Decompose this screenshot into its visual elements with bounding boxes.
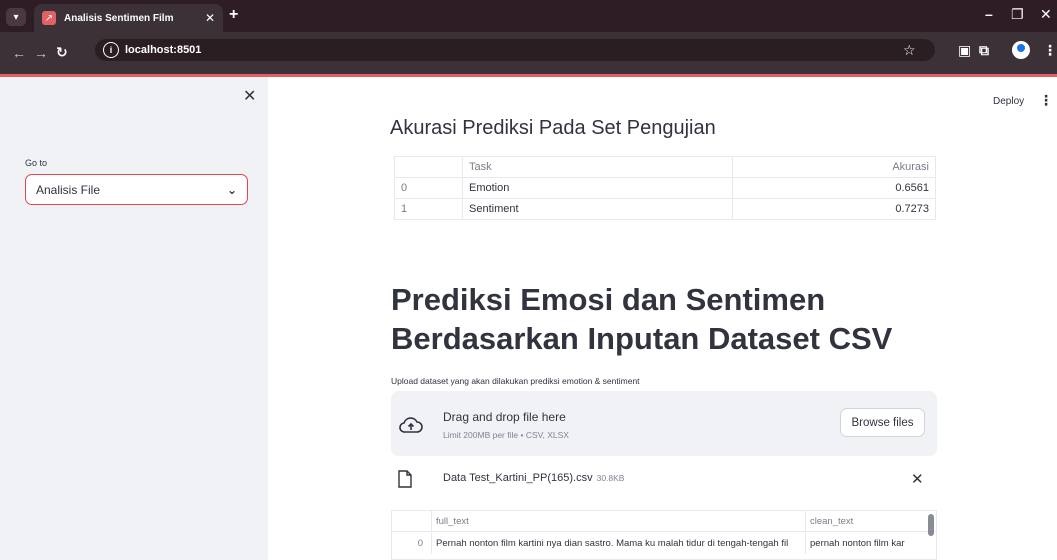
tab-search-button[interactable]: ▾ bbox=[6, 8, 26, 26]
row-akurasi: 0.7273 bbox=[732, 198, 936, 220]
accuracy-heading: Akurasi Prediksi Pada Set Pengujian bbox=[390, 117, 716, 139]
row-full-text[interactable]: Pernah nonton film kartini nya dian sast… bbox=[432, 533, 806, 554]
puzzle-icon[interactable]: ⧉ bbox=[979, 42, 989, 59]
header-akurasi: Akurasi bbox=[732, 156, 936, 178]
chevron-down-icon: ⌄ bbox=[226, 182, 237, 197]
header-task: Task bbox=[462, 156, 733, 178]
accuracy-table: Task Akurasi 0 Emotion 0.6561 1 Sentimen… bbox=[394, 156, 936, 220]
forward-icon[interactable]: → bbox=[34, 45, 48, 61]
upload-label: Upload dataset yang akan dilakukan predi… bbox=[391, 376, 640, 386]
browser-tab-strip: ▾ ↗ Analisis Sentimen Film ✕ + – ❐ ✕ bbox=[0, 0, 1057, 32]
sidebar-close-icon[interactable]: ✕ bbox=[243, 86, 256, 106]
header-clean-text[interactable]: clean_text bbox=[806, 511, 916, 532]
table-row: 0 Emotion 0.6561 bbox=[394, 177, 936, 199]
minimize-icon[interactable]: – bbox=[985, 6, 993, 22]
deploy-button[interactable]: Deploy bbox=[993, 96, 1024, 107]
new-tab-button[interactable]: + bbox=[229, 6, 238, 24]
main-menu-icon[interactable]: ⋮ bbox=[1039, 92, 1053, 109]
row-index: 0 bbox=[392, 533, 432, 554]
address-bar[interactable]: i localhost:8501 bbox=[95, 39, 935, 61]
file-name-text: Data Test_Kartini_PP(165).csv bbox=[443, 472, 593, 484]
dropzone-limit: Limit 200MB per file • CSV, XLSX bbox=[443, 430, 569, 440]
header-full-text[interactable]: full_text bbox=[432, 511, 806, 532]
remove-file-icon[interactable]: ✕ bbox=[911, 470, 924, 488]
cloud-upload-icon bbox=[399, 417, 423, 433]
table-scrollbar[interactable] bbox=[928, 514, 934, 536]
table-row: 1 Sentiment 0.7273 bbox=[394, 198, 936, 220]
page-select[interactable]: Analisis File ⌄ bbox=[25, 174, 248, 205]
table-header-row: full_text clean_text bbox=[392, 511, 936, 532]
tab-close-icon[interactable]: ✕ bbox=[205, 11, 215, 25]
row-task: Sentiment bbox=[462, 198, 733, 220]
browse-files-button[interactable]: Browse files bbox=[840, 408, 925, 437]
browser-tab[interactable]: ↗ Analisis Sentimen Film ✕ bbox=[34, 4, 223, 32]
bookmark-star-icon[interactable]: ☆ bbox=[903, 42, 916, 59]
browser-menu-icon[interactable]: ⋮ bbox=[1043, 42, 1057, 59]
profile-avatar[interactable] bbox=[1012, 41, 1030, 59]
site-info-icon[interactable]: i bbox=[103, 42, 119, 58]
table-header-row: Task Akurasi bbox=[394, 156, 936, 178]
row-akurasi: 0.6561 bbox=[732, 177, 936, 199]
goto-label: Go to bbox=[25, 158, 48, 168]
row-task: Emotion bbox=[462, 177, 733, 199]
tab-title: Analisis Sentimen Film bbox=[64, 12, 174, 24]
file-size: 30.8KB bbox=[596, 473, 625, 483]
sidebar: ✕ Go to Analisis File ⌄ bbox=[0, 77, 268, 560]
uploaded-file-name: Data Test_Kartini_PP(165).csv 30.8KB bbox=[443, 472, 624, 484]
restore-icon[interactable]: ❐ bbox=[1011, 6, 1024, 23]
header-index bbox=[392, 511, 432, 532]
dropzone-instructions: Drag and drop file here bbox=[443, 410, 566, 424]
dataset-table[interactable]: full_text clean_text 0 Pernah nonton fil… bbox=[391, 510, 937, 560]
reload-icon[interactable]: ↻ bbox=[56, 44, 68, 61]
extension-icon[interactable]: ▣ bbox=[958, 42, 971, 59]
file-icon bbox=[398, 470, 412, 488]
row-clean-text[interactable]: pernah nonton film kar bbox=[806, 533, 916, 554]
page-select-value: Analisis File bbox=[36, 182, 101, 197]
chart-favicon-icon: ↗ bbox=[42, 11, 56, 25]
row-index: 1 bbox=[394, 198, 463, 220]
url-text: localhost:8501 bbox=[125, 44, 202, 56]
prediction-heading: Prediksi Emosi dan Sentimen Berdasarkan … bbox=[391, 282, 893, 356]
window-close-icon[interactable]: ✕ bbox=[1040, 6, 1052, 23]
back-icon[interactable]: ← bbox=[12, 45, 26, 61]
row-index: 0 bbox=[394, 177, 463, 199]
header-index bbox=[394, 156, 463, 178]
table-row: 0 Pernah nonton film kartini nya dian sa… bbox=[392, 533, 936, 554]
